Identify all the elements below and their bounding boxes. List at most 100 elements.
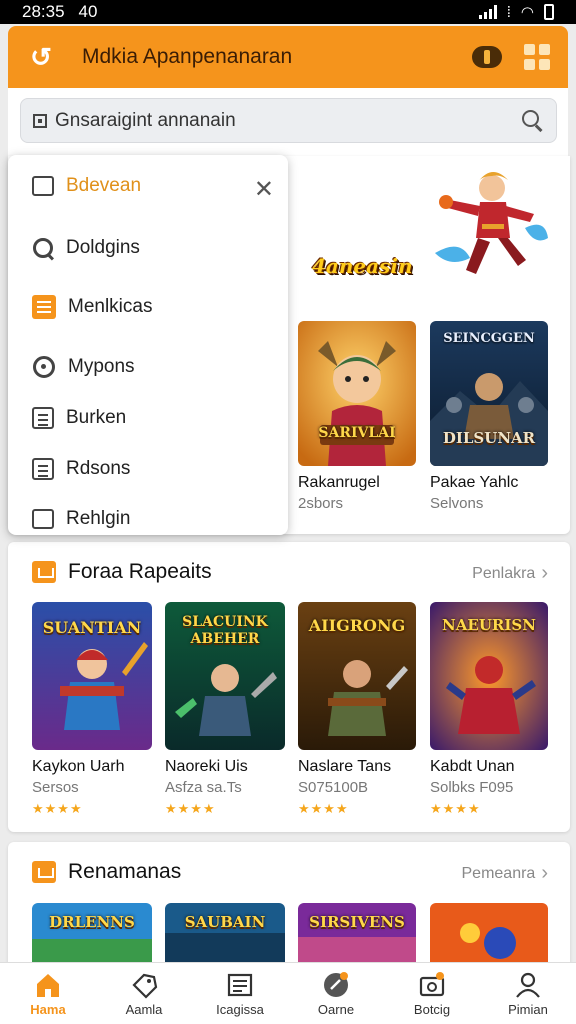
rating-stars: ★★★★	[430, 801, 481, 816]
home-icon	[37, 973, 59, 997]
game-art-image	[32, 903, 152, 962]
dropdown-item[interactable]: Menlkicas	[32, 295, 152, 319]
rating-stars: ★★★★	[298, 801, 349, 816]
see-all-link[interactable]: Penlakra ›	[472, 562, 548, 585]
dropdown-item[interactable]: Rdsons	[32, 458, 130, 480]
game-icon	[324, 971, 348, 997]
game-name[interactable]: Naoreki Uis	[165, 758, 248, 776]
toggle-icon[interactable]	[472, 46, 502, 68]
dropdown-item[interactable]: Bdevean	[32, 175, 141, 197]
game-art-title: SARIVLAI	[318, 425, 396, 441]
nav-label: Botcig	[413, 1001, 451, 1017]
dropdown-item[interactable]: Rehlgin	[32, 508, 130, 530]
search-section: Gnsaraigint annanain	[8, 88, 568, 156]
dropdown-item[interactable]: Mypons	[32, 355, 135, 379]
battery-icon	[544, 4, 554, 20]
nav-item-game[interactable]: Oarne	[288, 963, 384, 1024]
search-icon	[32, 237, 54, 259]
search-placeholder: Gnsaraigint annanain	[55, 109, 236, 131]
search-input[interactable]: Gnsaraigint annanain	[20, 98, 557, 143]
dropdown-item[interactable]: Doldgins	[32, 237, 140, 259]
dropdown-item-label: Rehlgin	[66, 508, 131, 529]
rating-stars: ★★★★	[165, 801, 216, 816]
game-art-title: SIRSIVENS	[309, 913, 405, 931]
game-subtitle: S075100B	[298, 779, 369, 796]
dropdown-menu: ✕ Bdevean Doldgins Menlkicas Mypons Burk…	[8, 155, 288, 535]
game-art-title: SAUBAIN	[184, 913, 266, 931]
game-art-title: NAEURISN	[442, 616, 536, 634]
search-doc-icon	[32, 509, 54, 529]
nav-item-tag[interactable]: Aamla	[96, 963, 192, 1024]
app-title: Mdkia Apanpenanaran	[82, 45, 293, 68]
game-name[interactable]: Pakae Yahlc	[430, 474, 518, 492]
dropdown-item-label: Mypons	[68, 356, 135, 377]
game-art-title: SUANTIAN	[42, 618, 142, 637]
nav-label: Oarne	[317, 1001, 355, 1017]
game-tile[interactable]: AIIGRONG	[298, 602, 416, 750]
game-tile[interactable]: SIRSIVENS	[298, 903, 416, 962]
grid-list-icon	[227, 973, 253, 996]
chevron-right-icon: ›	[541, 562, 548, 584]
square-icon	[32, 176, 54, 196]
see-all-link[interactable]: Pemeanra ›	[462, 862, 549, 885]
game-tile[interactable]: SUANTIAN	[32, 602, 152, 750]
nav-item-grid-list[interactable]: Icagissa	[192, 963, 288, 1024]
game-subtitle: Asfza sa.Ts	[165, 779, 242, 796]
app-bar: ↺ Mdkia Apanpenanaran	[8, 26, 568, 88]
search-icon[interactable]	[522, 109, 544, 132]
app-logo-icon[interactable]: ↺	[26, 42, 56, 72]
game-tile[interactable]: SARIVLAI	[298, 321, 416, 466]
status-extra: 40	[78, 2, 98, 21]
game-name[interactable]: Naslare Tans	[298, 758, 391, 776]
game-tile[interactable]	[430, 903, 548, 962]
featured-logo-text: 4aneasin	[312, 254, 413, 278]
nav-label: Icagissa	[216, 1001, 264, 1017]
wifi-icon: ◠	[520, 4, 534, 21]
dropdown-item-label: Bdevean	[66, 175, 142, 196]
status-time: 28:35	[22, 2, 65, 21]
nav-item-home[interactable]: Hama	[0, 963, 96, 1024]
bottom-nav: Hama Aamla Icagissa Oarne Botcig Pimian	[0, 962, 576, 1024]
game-name[interactable]: Rakanrugel	[298, 474, 380, 492]
game-art-title: DILSUNAR	[442, 429, 536, 447]
person-icon	[516, 972, 540, 998]
section-title: Renamanas	[68, 860, 182, 883]
calculator-icon	[32, 407, 54, 429]
dropdown-item[interactable]: Burken	[32, 407, 126, 429]
menu-icon	[32, 295, 56, 319]
game-tile[interactable]: NAEURISN	[430, 602, 548, 750]
section-icon	[32, 861, 56, 883]
nav-label: Pimian	[508, 1001, 548, 1017]
game-art-image	[430, 903, 548, 962]
game-art-title: DRLENNS	[49, 913, 135, 931]
game-subtitle: 2sbors	[298, 495, 344, 512]
see-all-label: Pemeanra	[461, 864, 536, 882]
game-art-title: AIIGRONG	[308, 616, 406, 635]
square-icon	[33, 113, 47, 128]
nav-item-camera[interactable]: Botcig	[384, 963, 480, 1024]
section-title: Foraa Rapeaits	[68, 560, 212, 583]
game-art-title: SLACUINK ABEHER	[182, 614, 268, 647]
game-name[interactable]: Kabdt Unan	[430, 758, 515, 776]
game-name[interactable]: Kaykon Uarh	[32, 758, 125, 776]
close-icon[interactable]: ✕	[254, 175, 274, 204]
nav-item-profile[interactable]: Pimian	[480, 963, 576, 1024]
rating-stars: ★★★★	[32, 801, 83, 816]
see-all-label: Penlakra	[472, 564, 536, 582]
signal-icon	[478, 5, 497, 19]
section-icon	[32, 561, 56, 583]
game-subtitle: Sersos	[32, 779, 79, 796]
game-art-image	[298, 903, 416, 962]
game-tile[interactable]: SAUBAIN	[165, 903, 285, 962]
sim-icon: ⁞	[506, 3, 511, 21]
game-subtitle: Selvons	[430, 495, 484, 512]
status-bar: 28:35 40 ⁞ ◠	[0, 0, 576, 24]
tag-icon	[132, 973, 158, 999]
grid-menu-icon[interactable]	[524, 44, 550, 70]
nav-label: Aamla	[125, 1001, 163, 1017]
game-tile[interactable]: SLACUINK ABEHER	[165, 602, 285, 750]
game-tile[interactable]: DRLENNS	[32, 903, 152, 962]
dropdown-item-label: Menlkicas	[68, 296, 153, 317]
game-tile[interactable]: SEINCGGEN DILSUNAR	[430, 321, 548, 466]
section-header: Renamanas	[32, 860, 181, 884]
